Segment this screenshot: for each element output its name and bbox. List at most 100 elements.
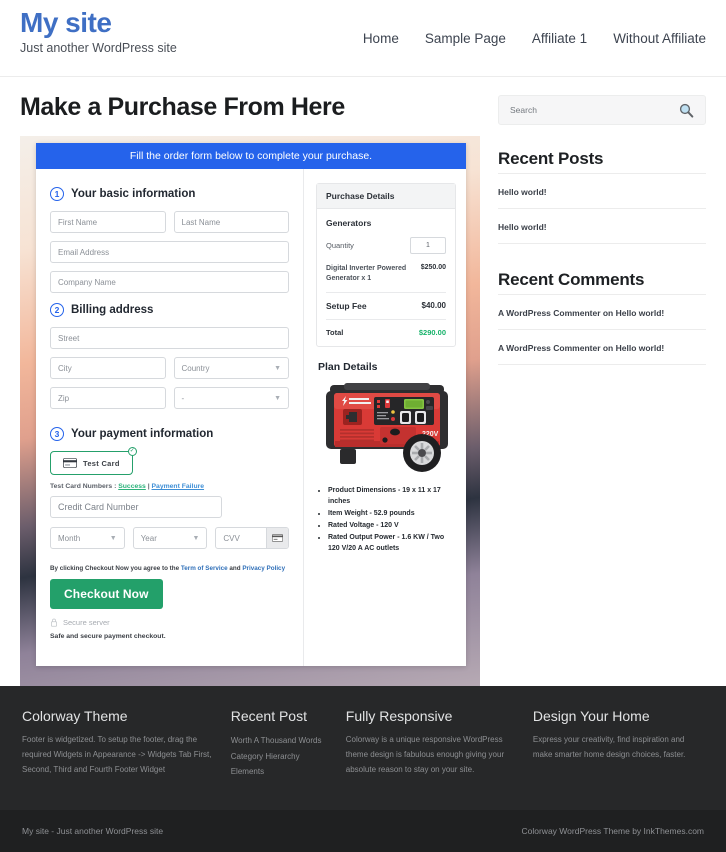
chevron-down-icon: ▼ <box>192 534 200 542</box>
form-right-column: Purchase Details Generators Quantity 1 D… <box>304 169 466 666</box>
zip-state-row: Zip - ▼ <box>50 387 289 417</box>
purchase-details-heading: Purchase Details <box>317 184 455 209</box>
list-item[interactable]: Worth A Thousand Words <box>231 733 330 749</box>
list-item[interactable]: A WordPress Commenter on Hello world! <box>498 294 706 329</box>
name-row: First Name Last Name <box>50 211 289 241</box>
product-specs-list: Product Dimensions - 19 x 11 x 17 inches… <box>316 486 456 554</box>
cvv-input[interactable]: CVV <box>216 528 266 548</box>
footer-widget-title: Fully Responsive <box>345 708 453 724</box>
expiry-year-value: Year <box>140 533 157 543</box>
nav-item-without-affiliate[interactable]: Without Affiliate <box>613 31 706 46</box>
test-success-link[interactable]: Success <box>118 483 146 490</box>
step-3-label: Your payment information <box>71 428 214 440</box>
search-widget[interactable]: Search <box>498 95 706 125</box>
step-3-number: 3 <box>50 427 64 441</box>
footer-site-credit: My site - Just another WordPress site <box>22 826 164 836</box>
state-select[interactable]: - ▼ <box>173 387 289 409</box>
test-card-numbers: Test Card Numbers : Success | Payment Fa… <box>50 483 289 490</box>
form-banner: Fill the order form below to complete yo… <box>36 143 466 169</box>
page-title: Make a Purchase From Here <box>20 93 345 121</box>
form-body: 1 Your basic information First Name Last… <box>36 169 466 666</box>
list-item[interactable]: A WordPress Commenter on Hello world! <box>498 329 706 365</box>
recent-posts-list: Hello world! Hello world! <box>498 173 706 244</box>
expiry-year-select[interactable]: Year ▼ <box>132 527 208 549</box>
purchase-form-card: Fill the order form below to complete yo… <box>36 143 466 666</box>
recent-comments-title: Recent Comments <box>498 270 645 289</box>
country-select[interactable]: Country ▼ <box>173 357 289 379</box>
email-input[interactable]: Email Address <box>50 241 289 263</box>
card-expiry-row: Month ▼ Year ▼ CVV <box>50 527 290 557</box>
footer-widget-text: Footer is widgetized. To setup the foote… <box>22 735 212 774</box>
nav-item-sample-page[interactable]: Sample Page <box>425 31 506 46</box>
spec-item: Product Dimensions - 19 x 11 x 17 inches <box>328 486 456 508</box>
list-item[interactable]: Category Hierarchy <box>231 749 330 765</box>
test-card-label: Test Card <box>83 458 120 468</box>
credit-card-number-input[interactable]: Credit Card Number <box>50 496 223 518</box>
terms-prefix: By clicking Checkout Now you agree to th… <box>50 565 181 572</box>
purchase-details-panel: Purchase Details Generators Quantity 1 D… <box>316 183 456 348</box>
site-footer: Colorway Theme Footer is widgetized. To … <box>0 686 726 810</box>
cvv-help-button[interactable] <box>266 528 289 548</box>
footer-theme-credit[interactable]: Colorway WordPress Theme by InkThemes.co… <box>522 826 705 836</box>
search-icon[interactable] <box>679 103 694 118</box>
checkout-now-button[interactable]: Checkout Now <box>50 579 163 609</box>
spec-item: Item Weight - 52.9 pounds <box>328 509 456 520</box>
state-select-value: - <box>181 393 185 403</box>
footer-widget-fully-responsive: Fully Responsive Colorway is a unique re… <box>346 708 517 810</box>
setup-fee-amount: $40.00 <box>421 301 446 311</box>
recent-post-link[interactable]: Hello world! <box>498 222 547 232</box>
spec-item: Rated Output Power - 1.6 KW / Two 120 V/… <box>328 533 456 555</box>
list-item[interactable]: Hello world! <box>498 173 706 208</box>
plan-details-title: Plan Details <box>318 361 378 374</box>
test-card-option[interactable]: ✓ Test Card <box>50 447 137 475</box>
expiry-month-select[interactable]: Month ▼ <box>50 527 125 549</box>
footer-widget-design-your-home: Design Your Home Express your creativity… <box>533 708 704 810</box>
setup-fee-row: Setup Fee $40.00 <box>326 301 446 311</box>
quantity-label: Quantity <box>326 241 354 250</box>
step-2-number: 2 <box>50 303 64 317</box>
list-item[interactable]: Elements <box>231 764 330 780</box>
footer-widget-title: Design Your Home <box>532 708 650 724</box>
site-title[interactable]: My site <box>20 8 177 38</box>
quantity-input[interactable]: 1 <box>410 237 446 254</box>
test-failure-link[interactable]: Payment Failure <box>152 483 205 490</box>
step-1-label: Your basic information <box>71 188 196 200</box>
total-row: Total $290.00 <box>326 328 446 337</box>
recent-comments-list: A WordPress Commenter on Hello world! A … <box>498 294 706 365</box>
company-name-input[interactable]: Company Name <box>50 271 289 293</box>
line-item-amount: $250.00 <box>420 264 446 271</box>
site-branding[interactable]: My site Just another WordPress site <box>20 0 177 56</box>
spec-item: Rated Voltage - 120 V <box>328 521 456 532</box>
footer-widget-title: Recent Post <box>230 708 307 724</box>
recent-comment-link[interactable]: A WordPress Commenter on Hello world! <box>498 343 664 353</box>
footer-widget-colorway-theme: Colorway Theme Footer is widgetized. To … <box>22 708 215 810</box>
footer-widget-title: Colorway Theme <box>22 708 128 724</box>
terms-notice: By clicking Checkout Now you agree to th… <box>50 565 289 572</box>
secure-server-row: Secure server <box>50 618 289 627</box>
last-name-input[interactable]: Last Name <box>173 211 289 233</box>
nav-item-affiliate-1[interactable]: Affiliate 1 <box>532 31 587 46</box>
test-numbers-prefix: Test Card Numbers : <box>50 483 119 490</box>
recent-posts-title: Recent Posts <box>498 149 604 168</box>
primary-navigation[interactable]: Home Sample Page Affiliate 1 Without Aff… <box>363 0 706 46</box>
list-item[interactable]: Hello world! <box>498 208 706 244</box>
nav-item-home[interactable]: Home <box>363 31 399 46</box>
zip-input[interactable]: Zip <box>50 387 166 409</box>
expiry-month-value: Month <box>58 533 81 543</box>
recent-comment-link[interactable]: A WordPress Commenter on Hello world! <box>498 308 664 318</box>
privacy-policy-link[interactable]: Privacy Policy <box>242 565 285 572</box>
form-left-column: 1 Your basic information First Name Last… <box>36 169 304 666</box>
city-input[interactable]: City <box>50 357 166 379</box>
footer-widget-text: Colorway is a unique responsive WordPres… <box>345 735 505 774</box>
footer-bottom-bar: My site - Just another WordPress site Co… <box>0 810 726 852</box>
recent-post-link[interactable]: Hello world! <box>498 187 547 197</box>
cvv-field-group[interactable]: CVV <box>215 527 290 549</box>
petrol-generator-product-image: 220V <box>326 383 448 473</box>
terms-of-service-link[interactable]: Term of Service <box>181 565 228 572</box>
lock-icon <box>51 618 57 627</box>
sidebar: Search Recent Posts Hello world! Hello w… <box>498 77 706 687</box>
street-input[interactable]: Street <box>50 327 289 349</box>
first-name-input[interactable]: First Name <box>50 211 166 233</box>
search-input[interactable]: Search <box>510 105 537 115</box>
credit-card-icon <box>272 534 284 542</box>
